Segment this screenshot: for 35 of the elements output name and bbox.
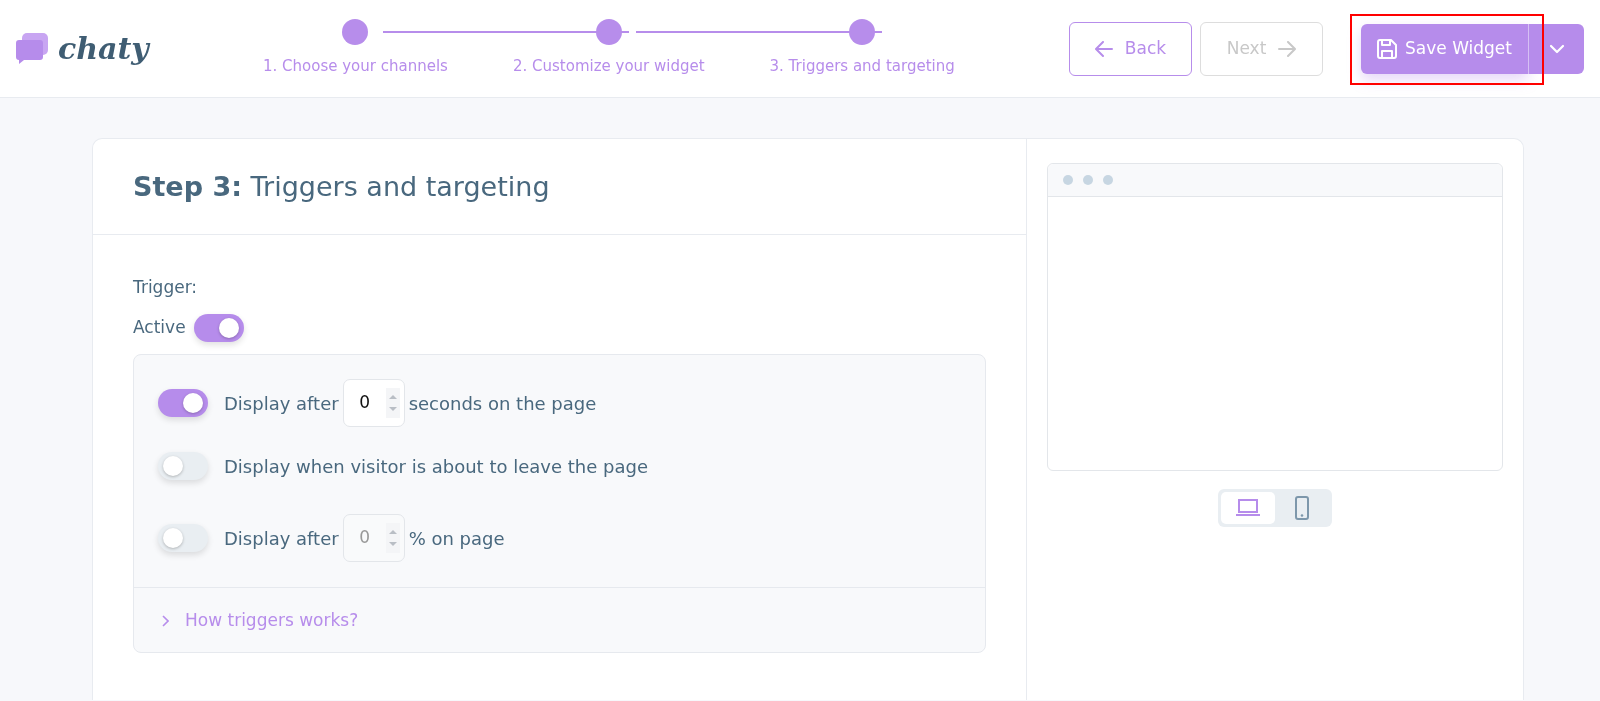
toggle-switch[interactable] <box>158 389 208 417</box>
chevron-right-icon <box>162 614 169 627</box>
phone-icon <box>1295 496 1309 520</box>
caret-down-icon <box>1548 43 1565 54</box>
device-tab[interactable] <box>1221 492 1275 524</box>
back-button[interactable]: Back <box>1069 21 1192 76</box>
rule-text: seconds on the page <box>408 391 597 416</box>
dropdown-button[interactable] <box>1528 23 1584 74</box>
logo-text: chaty <box>58 30 149 68</box>
step-label: 2. Customize your widget <box>512 56 705 78</box>
number-field[interactable]: 0 <box>342 379 405 427</box>
trigger-label: Trigger: <box>132 275 199 299</box>
step-dot <box>342 19 369 46</box>
spinner-icon[interactable] <box>385 388 400 418</box>
help-link[interactable]: How triggers works? <box>185 608 359 634</box>
toggle-switch[interactable] <box>158 452 208 480</box>
save-widget-button[interactable]: Save Widget <box>1361 23 1528 74</box>
section-title: Step 3: Triggers and targeting <box>93 139 1026 235</box>
arrow-left-icon <box>1094 40 1113 57</box>
arrow-right-icon <box>1278 40 1297 57</box>
laptop-icon <box>1235 499 1261 517</box>
window-dot <box>1063 175 1073 185</box>
window-dot <box>1103 175 1113 185</box>
step-label: 1. Choose your channels <box>263 56 448 78</box>
rule-text: Display after <box>224 526 339 551</box>
step-dot <box>849 19 876 46</box>
chat-bubbles-icon <box>16 32 50 65</box>
active-label: Active <box>133 316 186 340</box>
rule-text: % on page <box>408 526 505 551</box>
rule-text: Display after <box>224 391 339 416</box>
window-dot <box>1083 175 1093 185</box>
step-dot <box>595 19 622 46</box>
toggle-switch[interactable] <box>193 314 244 342</box>
rule-text: Display when visitor is about to leave the page <box>224 454 648 479</box>
step-label: 3. Triggers and targeting <box>769 56 955 78</box>
